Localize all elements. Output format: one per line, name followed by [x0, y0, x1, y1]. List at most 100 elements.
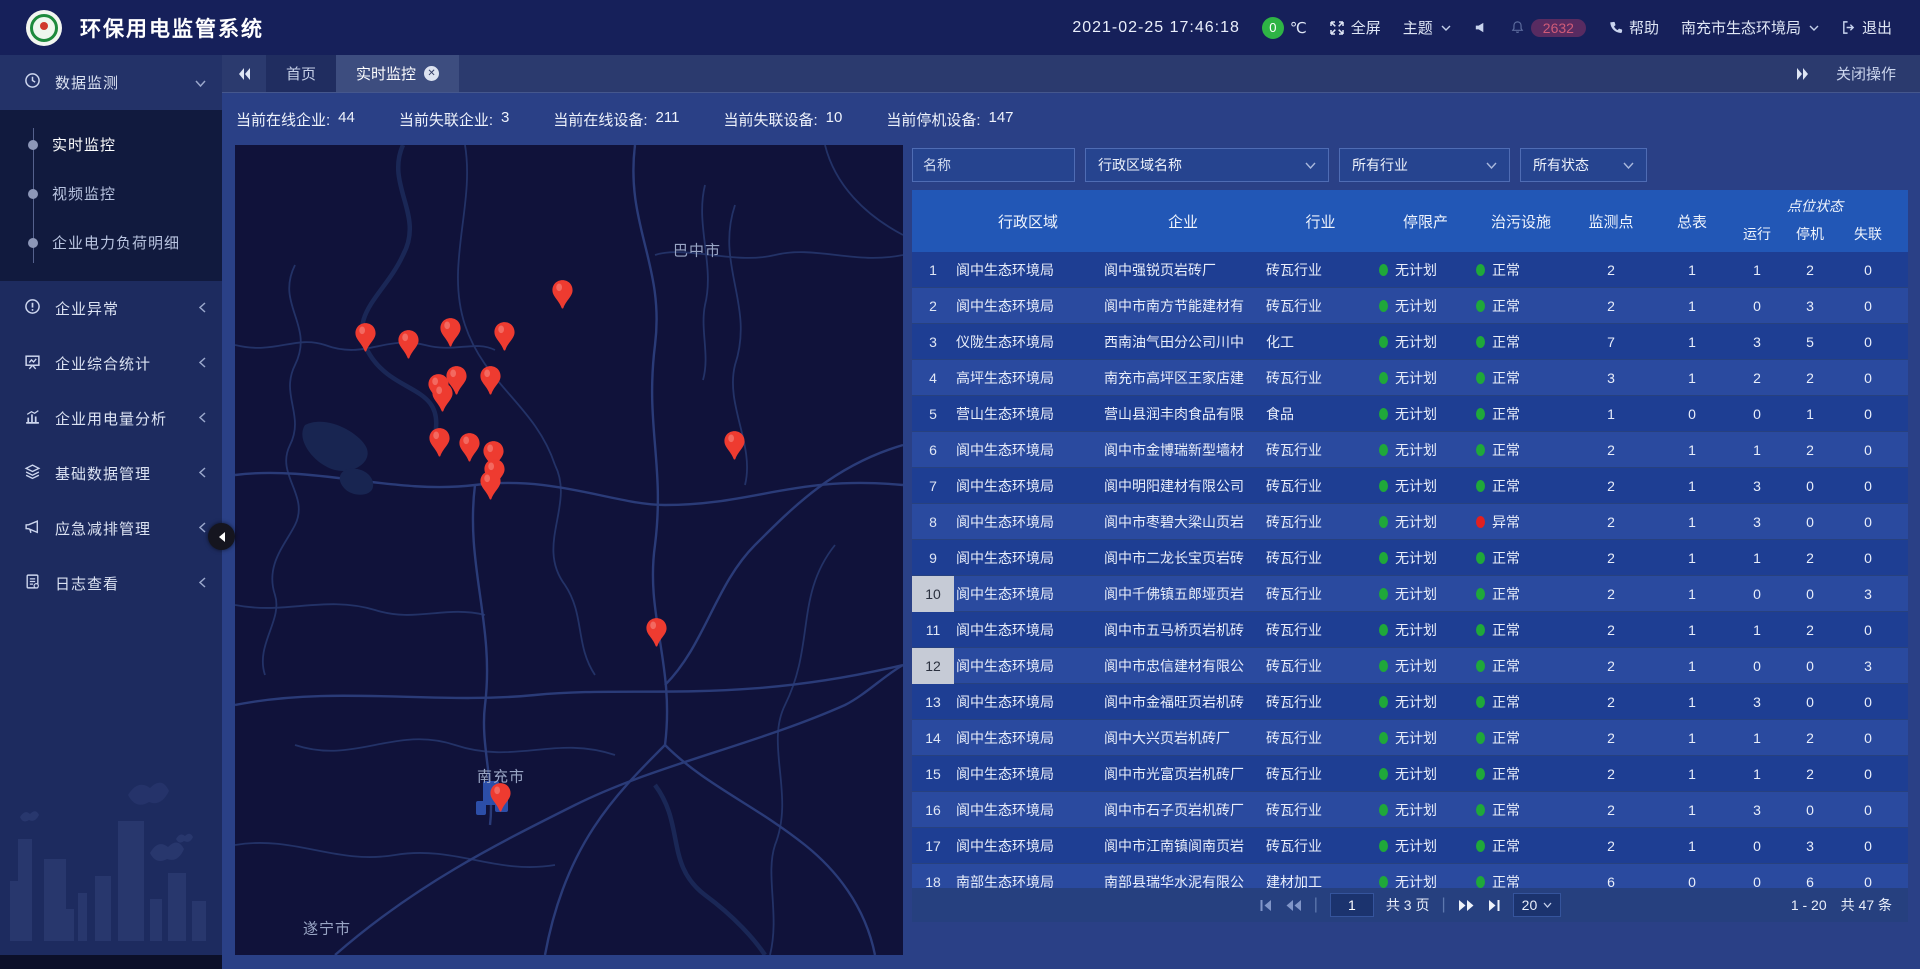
map-pin[interactable] — [431, 382, 454, 413]
row-region-cell: 阆中生态环境局 — [954, 512, 1102, 532]
fullscreen-button[interactable]: 全屏 — [1329, 17, 1381, 38]
row-facility-status-cell: 正常 — [1474, 656, 1568, 676]
mute-button[interactable] — [1473, 20, 1488, 35]
tabs-scroll-left-button[interactable] — [222, 55, 266, 92]
tab-close-icon[interactable]: ✕ — [424, 66, 439, 81]
row-company-cell: 阆中市石子页岩机砖厂 — [1102, 800, 1264, 820]
table-row[interactable]: 1阆中生态环境局阆中强锐页岩砖厂砖瓦行业无计划正常21120 — [912, 252, 1908, 288]
double-chevron-right-icon[interactable] — [1795, 67, 1810, 81]
limit-status-label: 无计划 — [1395, 728, 1437, 748]
table-row[interactable]: 9阆中生态环境局阆中市二龙长宝页岩砖砖瓦行业无计划正常21120 — [912, 540, 1908, 576]
table-row[interactable]: 16阆中生态环境局阆中市石子页岩机砖厂砖瓦行业无计划正常21300 — [912, 792, 1908, 828]
org-dropdown[interactable]: 南充市生态环境局 — [1681, 17, 1819, 38]
sidebar-collapse-handle[interactable] — [208, 523, 235, 550]
logout-button[interactable]: 退出 — [1841, 17, 1892, 38]
name-search-input[interactable] — [912, 148, 1075, 182]
map-pin[interactable] — [551, 279, 574, 310]
sidebar-item-log-view[interactable]: 日志查看 — [0, 556, 222, 611]
row-lost-cell: 0 — [1836, 370, 1900, 386]
row-limit-status-cell: 无计划 — [1377, 548, 1474, 568]
map-pin[interactable] — [493, 321, 516, 352]
row-stop-cell: 0 — [1784, 478, 1836, 494]
sidebar-item-power-analysis[interactable]: 企业用电量分析 — [0, 391, 222, 446]
map-pin[interactable] — [479, 470, 502, 501]
table-row[interactable]: 18南部生态环境局南部县瑞华水泥有限公建材加工无计划正常60060 — [912, 864, 1908, 888]
sidebar-item-emergency-reduction[interactable]: 应急减排管理 — [0, 501, 222, 556]
map-pin[interactable] — [458, 432, 481, 463]
stat-label: 当前停机设备: — [886, 109, 980, 130]
map-pin[interactable] — [397, 329, 420, 360]
sidebar-subitem-video-monitor[interactable]: 视频监控 — [0, 169, 222, 218]
help-button[interactable]: 帮助 — [1608, 17, 1659, 38]
row-region-cell: 阆中生态环境局 — [954, 548, 1102, 568]
map-pin[interactable] — [439, 317, 462, 348]
row-meter-cell: 1 — [1654, 658, 1730, 674]
table-row[interactable]: 2阆中生态环境局阆中市南方节能建材有砖瓦行业无计划正常21030 — [912, 288, 1908, 324]
page-input[interactable] — [1330, 893, 1374, 917]
table-row[interactable]: 7阆中生态环境局阆中明阳建材有限公司砖瓦行业无计划正常21300 — [912, 468, 1908, 504]
table-row[interactable]: 12阆中生态环境局阆中市忠信建材有限公砖瓦行业无计划正常21003 — [912, 648, 1908, 684]
stats-bar: 当前在线企业:44当前失联企业:3当前在线设备:211当前失联设备:10当前停机… — [222, 94, 1920, 144]
table-row[interactable]: 5营山生态环境局营山县润丰肉食品有限食品无计划正常10010 — [912, 396, 1908, 432]
row-points-cell: 2 — [1568, 730, 1654, 746]
sidebar-subitem-power-load-detail[interactable]: 企业电力负荷明细 — [0, 218, 222, 267]
enterprise-panel: 行政区域名称 所有行业 所有状态 行政区域 企业 行业 停限产 治污设施 监测点… — [912, 145, 1908, 955]
status-dot-green — [1379, 876, 1388, 888]
table-row[interactable]: 6阆中生态环境局阆中市金博瑞新型墙材砖瓦行业无计划正常21120 — [912, 432, 1908, 468]
status-select[interactable]: 所有状态 — [1520, 148, 1647, 182]
table-row[interactable]: 10阆中生态环境局阆中千佛镇五郎垭页岩砖瓦行业无计划正常21003 — [912, 576, 1908, 612]
status-dot-green — [1476, 732, 1485, 744]
map-panel[interactable]: 巴中市南充市遂宁市 — [235, 145, 903, 955]
map-pin[interactable] — [645, 617, 668, 648]
table-row[interactable]: 11阆中生态环境局阆中市五马桥页岩机砖砖瓦行业无计划正常21120 — [912, 612, 1908, 648]
table-row[interactable]: 15阆中生态环境局阆中市光富页岩机砖厂砖瓦行业无计划正常21120 — [912, 756, 1908, 792]
tab-realtime-monitor[interactable]: 实时监控✕ — [336, 55, 459, 92]
page-size-select[interactable]: 20 — [1513, 893, 1562, 917]
map-pin[interactable] — [479, 365, 502, 396]
region-select[interactable]: 行政区域名称 — [1085, 148, 1329, 182]
row-meter-cell: 1 — [1654, 802, 1730, 818]
row-run-cell: 1 — [1730, 766, 1784, 782]
next-page-button[interactable] — [1458, 899, 1475, 912]
table-row[interactable]: 3仪陇生态环境局西南油气田分公司川中化工无计划正常71350 — [912, 324, 1908, 360]
map-pin[interactable] — [428, 427, 451, 458]
row-lost-cell: 0 — [1836, 622, 1900, 638]
table-row[interactable]: 8阆中生态环境局阆中市枣碧大梁山页岩砖瓦行业无计划异常21300 — [912, 504, 1908, 540]
row-index-cell: 1 — [912, 252, 954, 288]
row-industry-cell: 砖瓦行业 — [1264, 728, 1377, 748]
table-row[interactable]: 4高坪生态环境局南充市高坪区王家店建砖瓦行业无计划正常31220 — [912, 360, 1908, 396]
first-page-button[interactable] — [1259, 899, 1273, 912]
industry-select[interactable]: 所有行业 — [1339, 148, 1510, 182]
prev-page-button[interactable] — [1285, 899, 1302, 912]
row-region-cell: 阆中生态环境局 — [954, 620, 1102, 640]
row-industry-cell: 砖瓦行业 — [1264, 440, 1377, 460]
sidebar-item-enterprise-abnormal[interactable]: 企业异常 — [0, 281, 222, 336]
map-pin[interactable] — [723, 430, 746, 461]
board-icon — [24, 353, 41, 374]
table-row[interactable]: 17阆中生态环境局阆中市江南镇阆南页岩砖瓦行业无计划正常21030 — [912, 828, 1908, 864]
row-industry-cell: 砖瓦行业 — [1264, 584, 1377, 604]
row-points-cell: 2 — [1568, 838, 1654, 854]
table-row[interactable]: 14阆中生态环境局阆中大兴页岩机砖厂砖瓦行业无计划正常21120 — [912, 720, 1908, 756]
sidebar-item-data-monitor[interactable]: 数据监测 — [0, 55, 222, 110]
col-header-points: 监测点 — [1568, 190, 1654, 252]
row-run-cell: 0 — [1730, 658, 1784, 674]
status-dot-green — [1476, 840, 1485, 852]
stat-item: 当前在线设备:211 — [553, 109, 679, 130]
tab-home[interactable]: 首页 — [266, 55, 336, 92]
map-pin[interactable] — [489, 782, 512, 813]
sidebar-item-base-data[interactable]: 基础数据管理 — [0, 446, 222, 501]
sidebar-subitem-realtime-monitor[interactable]: 实时监控 — [0, 120, 222, 169]
sidebar-item-enterprise-statistics[interactable]: 企业综合统计 — [0, 336, 222, 391]
map-pin[interactable] — [354, 322, 377, 353]
row-stop-cell: 0 — [1784, 658, 1836, 674]
table-row[interactable]: 13阆中生态环境局阆中市金福旺页岩机砖砖瓦行业无计划正常21300 — [912, 684, 1908, 720]
last-page-button[interactable] — [1487, 899, 1501, 912]
notifications-button[interactable]: 2632 — [1510, 19, 1586, 37]
row-industry-cell: 建材加工 — [1264, 872, 1377, 888]
industry-select-value: 所有行业 — [1352, 155, 1408, 175]
limit-status-label: 无计划 — [1395, 620, 1437, 640]
chevron-left-icon — [217, 531, 226, 543]
close-operations-button[interactable]: 关闭操作 — [1836, 63, 1896, 84]
theme-dropdown[interactable]: 主题 — [1403, 17, 1451, 38]
